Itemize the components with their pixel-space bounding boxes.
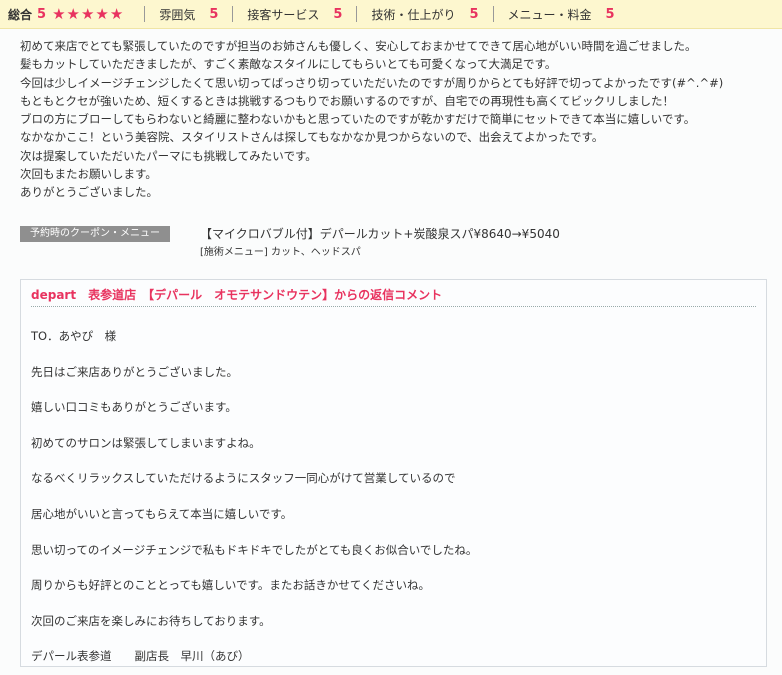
salon-reply-box: depart 表参道店 【デパール オモテサンドウテン】からの返信コメント TO… [20, 279, 767, 667]
reply-line: 次回のご来店を楽しみにお待ちしております。 [31, 613, 271, 628]
review-line: もともとクセが強いため、短くするときは挑戦するつもりでお願いするのですが、自宅で… [20, 93, 674, 108]
reply-title: depart 表参道店 【デパール オモテサンドウテン】からの返信コメント [31, 288, 443, 302]
reply-line: 思い切ってのイメージチェンジで私もドキドキでしたがとても良くお似合いでしたね。 [31, 542, 478, 557]
rating-menu-price: メニュー・料金 5 [492, 6, 629, 22]
overall-rating: 総合 5 ★★★★★ [0, 5, 144, 23]
rating-score: 5 [333, 6, 343, 22]
rating-score: 5 [605, 6, 615, 22]
rating-service: 接客サービス 5 [232, 6, 356, 22]
rating-label: 技術・仕上がり [371, 7, 456, 22]
coupon-label: 予約時のクーポン・メニュー [20, 226, 170, 242]
star-rating-icon: ★★★★★ [52, 5, 125, 23]
reply-line: 初めてのサロンは緊張してしまいますよね。 [31, 435, 261, 450]
review-body: 初めて来店でとても緊張していたのですが担当のお姉さんも優しく、安心しておまかせて… [20, 37, 760, 202]
rating-label: メニュー・料金 [507, 7, 592, 22]
reply-line: 周りからも好評とのこととっても嬉しいです。またお話きかせてくださいね。 [31, 578, 431, 593]
overall-label: 総合 [8, 7, 33, 22]
rating-technique: 技術・仕上がり 5 [356, 6, 492, 22]
reply-line: 先日はご来店ありがとうございました。 [31, 364, 238, 379]
reply-line: TO．あやぴ 様 [31, 329, 117, 343]
ratings-bar: 総合 5 ★★★★★ 雰囲気 5 接客サービス 5 技術・仕上がり 5 メニュー… [0, 0, 782, 29]
reply-divider [31, 306, 756, 307]
review-line: 初めて来店でとても緊張していたのですが担当のお姉さんも優しく、安心しておまかせて… [20, 39, 697, 53]
reply-body: TO．あやぴ 様 先日はご来店ありがとうございました。 嬉しい口コミもありがとう… [31, 319, 477, 675]
coupon-title: 【マイクロバブル付】デパールカット+炭酸泉スパ¥8640→¥5040 [200, 227, 560, 241]
review-line: 次は提案していただいたパーマにも挑戦してみたいです。 [20, 148, 317, 163]
reply-line: 嬉しい口コミもありがとうございます。 [31, 400, 237, 415]
review-line: ブロの方にブローしてもらわないと綺麗に整わないかもと思っていたのですが乾かすだけ… [20, 112, 696, 127]
coupon-menu-detail: [施術メニュー] カット、ヘッドスパ [200, 247, 361, 258]
rating-atmosphere: 雰囲気 5 [144, 6, 232, 22]
reply-line: 居心地がいいと言ってもらえて本当に嬉しいです。 [31, 506, 293, 521]
review-line: なかなかここ！という美容院、スタイリストさんは探してもなかなか見つからないので、… [20, 130, 604, 145]
review-line: 今回は少しイメージチェンジしたくて思い切ってばっさり切っていただいたのですが周り… [20, 75, 724, 90]
rating-score: 5 [469, 6, 479, 22]
review-line: ありがとうございました。 [20, 185, 158, 200]
overall-score: 5 [37, 6, 47, 22]
reply-signature: デパール表参道 副店長 早川（あび） [31, 649, 250, 664]
rating-label: 接客サービス [247, 7, 320, 22]
review-line: 髪もカットしていただきましたが、すごく素敵なスタイルにしてもらいとても可愛くなっ… [20, 57, 557, 72]
rating-score: 5 [209, 6, 219, 22]
review-line: 次回もまたお願いします。 [20, 167, 157, 182]
reply-line: なるべくリラックスしていただけるようにスタッフ一同心がけて営業しているので [31, 471, 456, 486]
rating-label: 雰囲気 [159, 7, 196, 22]
